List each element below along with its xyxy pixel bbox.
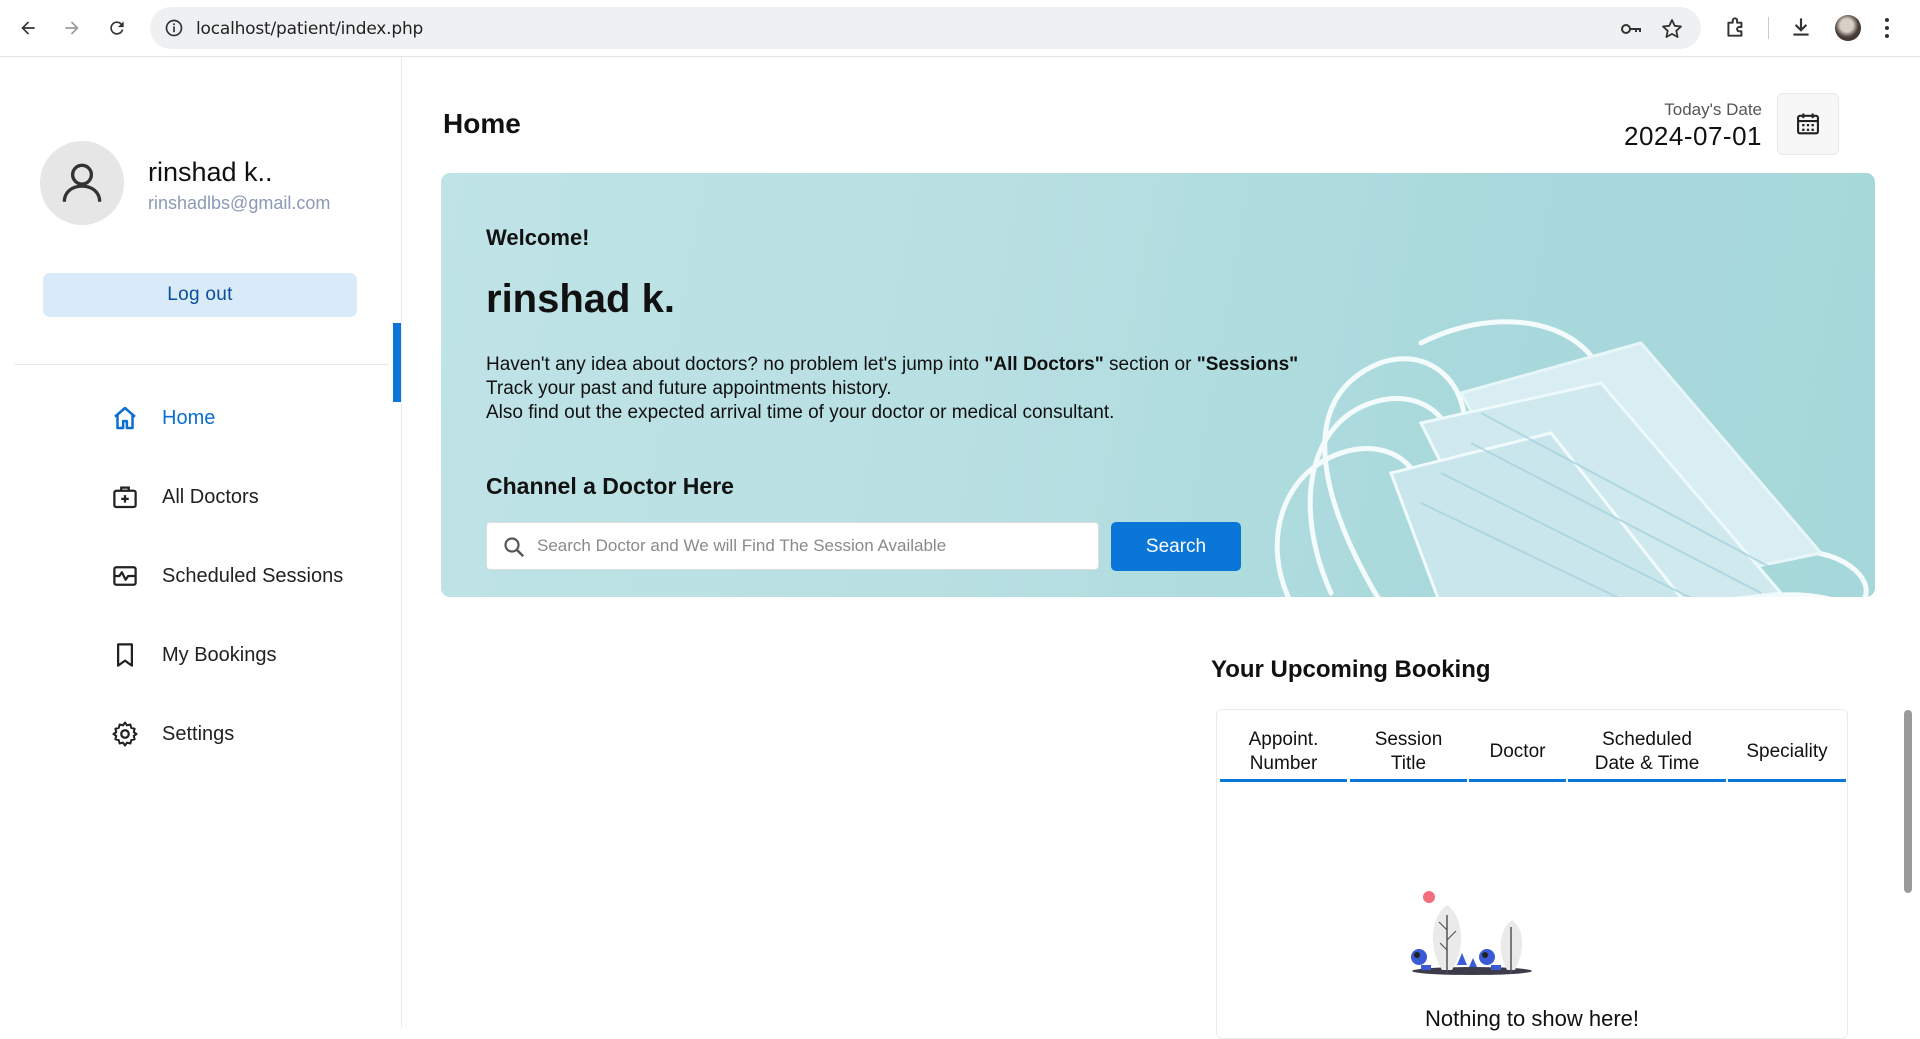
- url-text: localhost/patient/index.php: [196, 19, 424, 39]
- bookmark-icon: [117, 643, 133, 667]
- header-line: Date & Time: [1594, 752, 1700, 774]
- search-button[interactable]: Search: [1111, 522, 1241, 571]
- header-line: Doctor: [1489, 740, 1546, 762]
- scrollbar-thumb[interactable]: [1904, 710, 1912, 893]
- search-input[interactable]: [537, 523, 1087, 569]
- sidebar-item-label: Home: [162, 406, 216, 429]
- sidebar: rinshad k.. rinshadlbs@gmail.com Log out: [0, 57, 402, 1028]
- welcome-name: rinshad k.: [486, 277, 675, 321]
- welcome-line-3: Also find out the expected arrival time …: [486, 402, 1115, 423]
- sidebar-item-label: Scheduled Sessions: [162, 564, 344, 587]
- calendar-icon: [1797, 113, 1819, 135]
- home-icon: [114, 406, 136, 430]
- avatar: [40, 141, 124, 225]
- sidebar-item-scheduled-sessions[interactable]: Scheduled Sessions: [100, 552, 400, 600]
- line1-text: Haven't any idea about doctors? no probl…: [486, 354, 985, 375]
- welcome-line-1: Haven't any idea about doctors? no probl…: [486, 353, 1486, 377]
- empty-state-text: Nothing to show here!: [1424, 1006, 1640, 1031]
- column-header-appointment-number[interactable]: Appoint. Number: [1220, 724, 1347, 782]
- header-line: Scheduled: [1602, 728, 1692, 750]
- medical-bag-icon: [113, 486, 137, 509]
- sidebar-item-label: Settings: [162, 722, 235, 745]
- upcoming-booking-title: Your Upcoming Booking: [1211, 656, 1491, 683]
- profile-email: rinshadlbs@gmail.com: [148, 193, 331, 213]
- welcome-line-2: Track your past and future appointments …: [486, 378, 892, 399]
- date-label: Today's Date: [1664, 100, 1762, 119]
- column-header-session-title[interactable]: Session Title: [1350, 724, 1467, 782]
- profile-name: rinshad k..: [148, 157, 273, 187]
- empty-state-illustration: [1411, 891, 1532, 975]
- header-line: Session: [1374, 728, 1443, 750]
- logout-button[interactable]: Log out: [43, 273, 357, 317]
- forward-button[interactable]: [56, 12, 88, 44]
- sessions-link-text: "Sessions": [1196, 354, 1299, 375]
- active-menu-indicator: [393, 323, 401, 402]
- back-button[interactable]: [12, 12, 44, 44]
- calendar-button[interactable]: [1777, 93, 1839, 155]
- user-icon: [62, 163, 102, 202]
- channel-doctor-heading: Channel a Doctor Here: [486, 473, 734, 499]
- sidebar-item-settings[interactable]: Settings: [100, 710, 400, 758]
- welcome-banner: Welcome! rinshad k. Haven't any idea abo…: [441, 173, 1875, 597]
- face-masks-image: [1274, 319, 1869, 597]
- arrow-right-icon: [65, 21, 79, 35]
- booking-table: Appoint. Number Session Title Doctor Sched…: [1216, 709, 1848, 1039]
- header-line: Speciality: [1746, 740, 1828, 762]
- sidebar-item-all-doctors[interactable]: All Doctors: [100, 473, 400, 521]
- all-doctors-link-text: "All Doctors": [984, 354, 1104, 375]
- schedule-pulse-icon: [113, 566, 137, 586]
- sidebar-item-label: All Doctors: [162, 485, 259, 508]
- key-icon[interactable]: [1619, 17, 1643, 41]
- search-icon: [504, 537, 524, 557]
- extensions-icon[interactable]: [1723, 14, 1749, 40]
- header-line: Title: [1390, 752, 1427, 774]
- column-header-doctor[interactable]: Doctor: [1469, 724, 1566, 782]
- star-icon[interactable]: [1660, 17, 1684, 41]
- column-header-scheduled-date-time[interactable]: Scheduled Date & Time: [1568, 724, 1726, 782]
- address-bar[interactable]: localhost/patient/index.php: [150, 7, 1701, 49]
- page-title: Home: [443, 108, 521, 139]
- reload-icon: [110, 21, 124, 35]
- welcome-heading: Welcome!: [486, 225, 590, 250]
- reload-button[interactable]: [101, 12, 133, 44]
- download-icon[interactable]: [1788, 14, 1814, 40]
- sidebar-item-my-bookings[interactable]: My Bookings: [100, 631, 400, 679]
- site-info-icon[interactable]: [164, 18, 184, 38]
- header-line: Appoint.: [1248, 728, 1319, 750]
- toolbar-divider: [1768, 17, 1769, 39]
- date-value: 2024-07-01: [1624, 121, 1762, 151]
- more-vert-icon[interactable]: [1882, 15, 1892, 41]
- column-header-speciality[interactable]: Speciality: [1728, 724, 1846, 782]
- welcome-description: Haven't any idea about doctors? no probl…: [486, 353, 1486, 425]
- line1-mid-text: section or: [1103, 354, 1197, 375]
- arrow-left-icon: [21, 21, 35, 35]
- browser-toolbar: localhost/patient/index.php: [0, 0, 1920, 57]
- sidebar-divider: [14, 364, 388, 365]
- sidebar-item-label: My Bookings: [162, 643, 277, 666]
- gear-icon: [112, 721, 138, 747]
- sidebar-item-home[interactable]: Home: [100, 394, 400, 442]
- doctor-search-field[interactable]: [486, 522, 1099, 570]
- browser-profile-avatar[interactable]: [1835, 15, 1861, 41]
- header-line: Number: [1249, 752, 1318, 774]
